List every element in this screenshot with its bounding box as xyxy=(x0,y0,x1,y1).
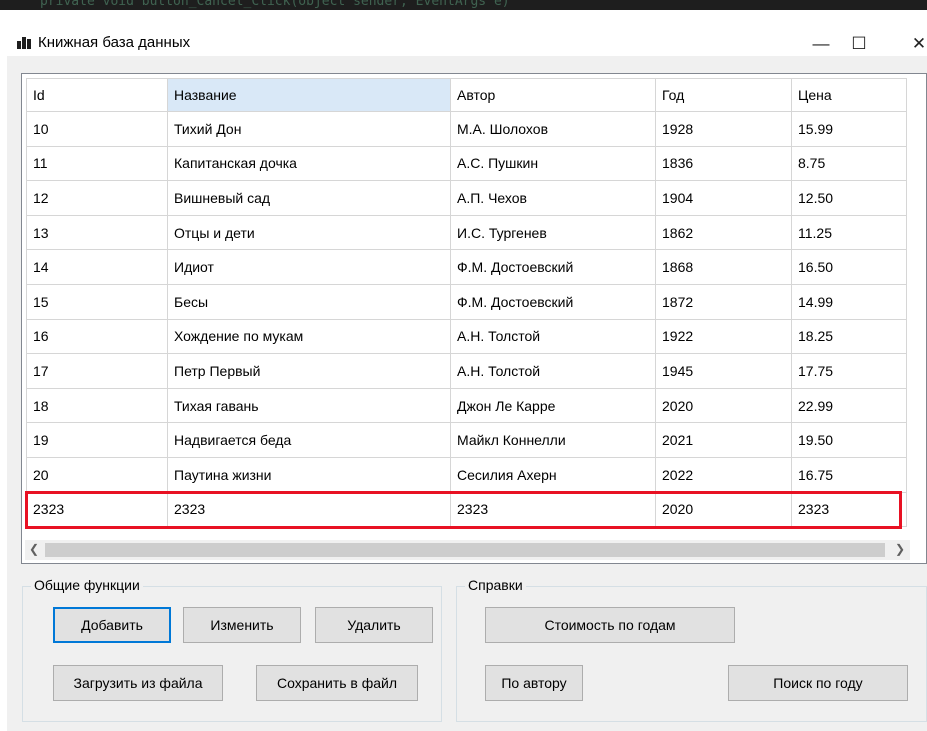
table-cell[interactable]: Вишневый сад xyxy=(167,180,451,216)
table-cell[interactable]: 13 xyxy=(26,214,168,251)
table-cell[interactable]: 2021 xyxy=(655,422,792,458)
table-cell[interactable]: 11.25 xyxy=(791,214,907,251)
table-cell[interactable]: 1868 xyxy=(655,249,792,285)
table-cell[interactable]: 10 xyxy=(26,111,168,147)
table-cell[interactable]: 16.50 xyxy=(791,249,907,285)
table-row[interactable]: 12 Вишневый сад А.П. Чехов 1904 12.50 xyxy=(26,180,907,216)
table-cell[interactable]: 16 xyxy=(26,318,168,355)
table-cell[interactable]: Джон Ле Карре xyxy=(450,387,656,424)
table-cell[interactable]: 11 xyxy=(26,145,168,182)
column-header[interactable]: Id xyxy=(26,78,168,112)
minimize-icon: — xyxy=(812,34,830,53)
by-author-button[interactable]: По автору xyxy=(485,665,583,701)
table-cell[interactable]: 8.75 xyxy=(791,145,907,182)
table-cell[interactable]: 17.75 xyxy=(791,353,907,389)
horizontal-scroll-thumb[interactable] xyxy=(45,543,885,557)
scroll-left-icon[interactable]: ❮ xyxy=(29,542,39,556)
table-cell[interactable]: Ф.М. Достоевский xyxy=(450,249,656,285)
column-header[interactable]: Год xyxy=(655,78,792,112)
table-cell[interactable]: 16.75 xyxy=(791,456,907,493)
books-table: Id Название Автор Год Цена 10 Тихий Дон М.А. Ш… xyxy=(26,78,907,528)
table-cell[interactable]: 1862 xyxy=(655,214,792,251)
table-cell[interactable]: А.С. Пушкин xyxy=(450,145,656,182)
table-cell[interactable]: 1836 xyxy=(655,145,792,182)
table-cell[interactable]: Капитанская дочка xyxy=(167,145,451,182)
table-cell[interactable]: Петр Первый xyxy=(167,353,451,389)
table-cell[interactable]: Отцы и дети xyxy=(167,214,451,251)
table-row[interactable]: 10 Тихий Дон М.А. Шолохов 1928 15.99 xyxy=(26,111,907,147)
cost-by-year-button[interactable]: Стоимость по годам xyxy=(485,607,735,643)
table-cell[interactable]: 12 xyxy=(26,180,168,216)
search-by-year-button[interactable]: Поиск по году xyxy=(728,665,908,701)
add-button[interactable]: Добавить xyxy=(53,607,171,643)
table-row[interactable]: 17 Петр Первый А.Н. Толстой 1945 17.75 xyxy=(26,353,907,389)
table-cell[interactable]: 18 xyxy=(26,387,168,424)
table-cell[interactable]: 18.25 xyxy=(791,318,907,355)
table-cell[interactable]: 19.50 xyxy=(791,422,907,458)
table-cell[interactable]: 19 xyxy=(26,422,168,458)
table-row[interactable]: 15 Бесы Ф.М. Достоевский 1872 14.99 xyxy=(26,283,907,320)
window-title: Книжная база данных xyxy=(38,34,191,51)
column-header[interactable]: Цена xyxy=(791,78,907,112)
table-row[interactable]: 18 Тихая гавань Джон Ле Карре 2020 22.99 xyxy=(26,387,907,424)
column-header[interactable]: Название xyxy=(167,78,451,112)
table-cell[interactable]: Надвигается беда xyxy=(167,422,451,458)
table-cell[interactable]: И.С. Тургенев xyxy=(450,214,656,251)
table-cell[interactable]: Тихий Дон xyxy=(167,111,451,147)
table-cell[interactable]: 15.99 xyxy=(791,111,907,147)
table-cell[interactable]: 2020 xyxy=(655,387,792,424)
header-row: Id Название Автор Год Цена xyxy=(26,78,907,112)
table-cell[interactable]: А.Н. Толстой xyxy=(450,353,656,389)
table-cell[interactable]: А.П. Чехов xyxy=(450,180,656,216)
highlight-frame xyxy=(25,491,902,529)
code-editor-strip: private void button_Cancel_Click(object … xyxy=(0,0,927,10)
title-bar: Книжная база данных — ☐ ✕ xyxy=(0,10,927,56)
table-cell[interactable]: 1872 xyxy=(655,283,792,320)
reports-label: Справки xyxy=(465,577,526,593)
scroll-right-icon[interactable]: ❯ xyxy=(895,542,905,556)
edit-button[interactable]: Изменить xyxy=(183,607,301,643)
table-cell[interactable]: 14.99 xyxy=(791,283,907,320)
table-row[interactable]: 11 Капитанская дочка А.С. Пушкин 1836 8.75 xyxy=(26,145,907,182)
table-cell[interactable]: Ф.М. Достоевский xyxy=(450,283,656,320)
table-cell[interactable]: Бесы xyxy=(167,283,451,320)
table-row[interactable]: 20 Паутина жизни Сесилия Ахерн 2022 16.75 xyxy=(26,456,907,493)
table-cell[interactable]: 22.99 xyxy=(791,387,907,424)
app-icon xyxy=(17,37,31,49)
table-cell[interactable]: Хождение по мукам xyxy=(167,318,451,355)
table-cell[interactable]: А.Н. Толстой xyxy=(450,318,656,355)
close-icon: ✕ xyxy=(911,34,927,53)
table-cell[interactable]: Майкл Коннелли xyxy=(450,422,656,458)
table-row[interactable]: 14 Идиот Ф.М. Достоевский 1868 16.50 xyxy=(26,249,907,285)
general-functions-label: Общие функции xyxy=(31,577,143,593)
delete-button[interactable]: Удалить xyxy=(315,607,433,643)
table-cell[interactable]: М.А. Шолохов xyxy=(450,111,656,147)
table-cell[interactable]: Паутина жизни xyxy=(167,456,451,493)
table-cell[interactable]: 1904 xyxy=(655,180,792,216)
load-from-file-button[interactable]: Загрузить из файла xyxy=(53,665,223,701)
table-cell[interactable]: 1945 xyxy=(655,353,792,389)
table-cell[interactable]: 1928 xyxy=(655,111,792,147)
table-cell[interactable]: 2022 xyxy=(655,456,792,493)
table-cell[interactable]: 1922 xyxy=(655,318,792,355)
reports-group: Справки Стоимость по годам По автору Пои… xyxy=(456,577,927,722)
maximize-icon: ☐ xyxy=(851,34,867,53)
general-functions-group: Общие функции Добавить Изменить Удалить … xyxy=(22,577,442,722)
table-cell[interactable]: 17 xyxy=(26,353,168,389)
table-cell[interactable]: 14 xyxy=(26,249,168,285)
table-cell[interactable]: 12.50 xyxy=(791,180,907,216)
save-to-file-button[interactable]: Сохранить в файл xyxy=(256,665,418,701)
table-row[interactable]: 16 Хождение по мукам А.Н. Толстой 1922 18.25 xyxy=(26,318,907,355)
code-strip-text: private void button_Cancel_Click(object … xyxy=(40,0,510,9)
horizontal-scrollbar[interactable]: ❮ ❯ xyxy=(25,540,910,560)
table-cell[interactable]: Сесилия Ахерн xyxy=(450,456,656,493)
table-cell[interactable]: Идиот xyxy=(167,249,451,285)
table-cell[interactable]: 15 xyxy=(26,283,168,320)
column-header[interactable]: Автор xyxy=(450,78,656,112)
table-cell[interactable]: Тихая гавань xyxy=(167,387,451,424)
table-row[interactable]: 19 Надвигается беда Майкл Коннелли 2021 19.5… xyxy=(26,422,907,458)
table-row[interactable]: 13 Отцы и дети И.С. Тургенев 1862 11.25 xyxy=(26,214,907,251)
table-cell[interactable]: 20 xyxy=(26,456,168,493)
